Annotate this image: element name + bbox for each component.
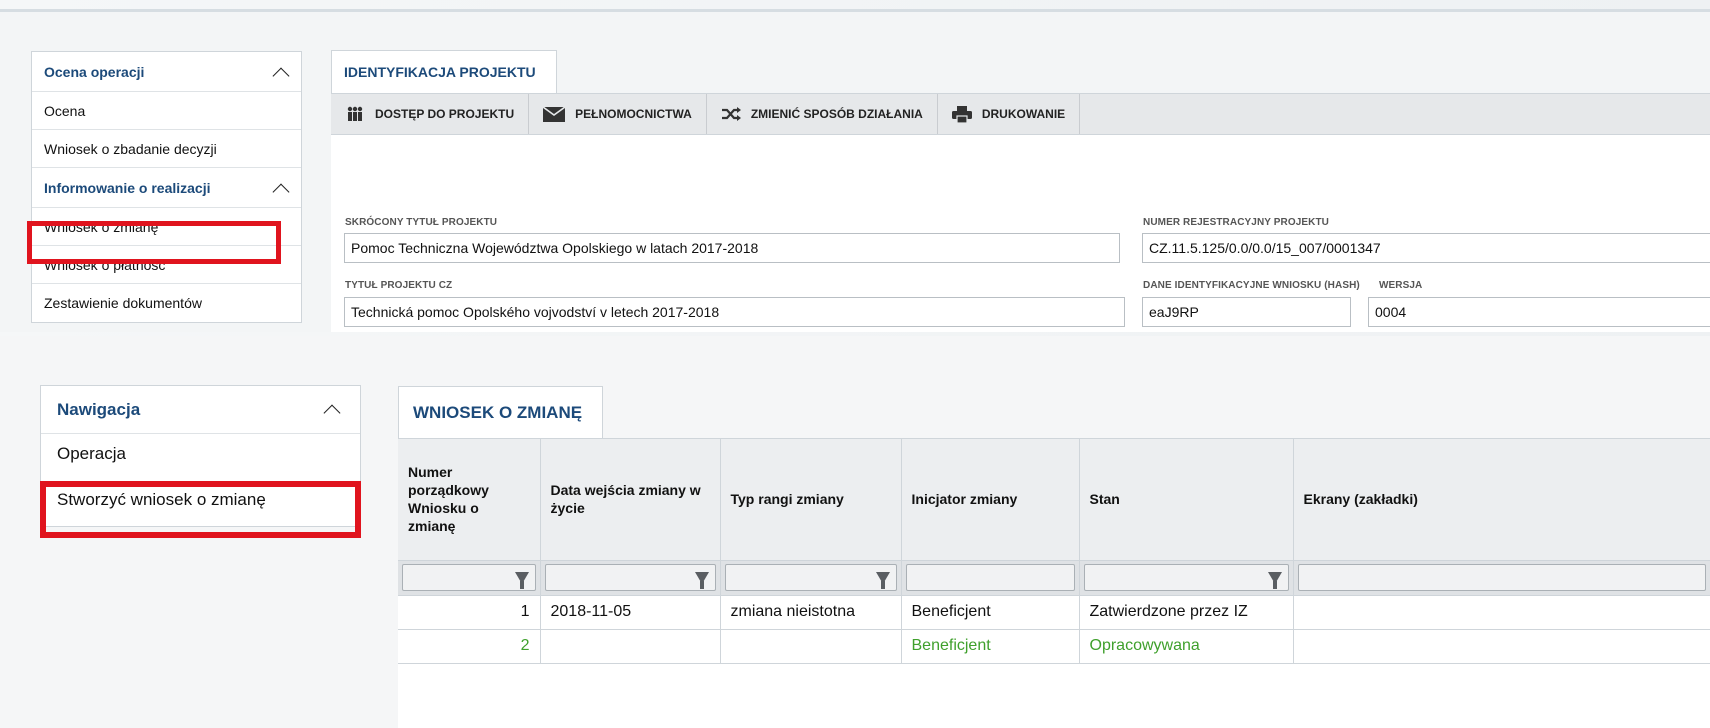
sidebar-item-ocena[interactable]: Ocena — [32, 92, 301, 130]
reg-number-label: NUMER REJESTRACYJNY PROJEKTU — [1143, 217, 1329, 228]
cell-date — [540, 629, 721, 664]
filter-icon[interactable] — [1267, 572, 1282, 589]
cell-number: 2 — [398, 629, 541, 664]
reg-number-field[interactable]: CZ.11.5.125/0.0/0.0/15_007/0001347 — [1142, 233, 1710, 263]
filter-icon[interactable] — [694, 572, 709, 589]
title-cz-label: TYTUŁ PROJEKTU CZ — [345, 280, 453, 291]
change-mode-label: ZMIENIĆ SPOSÓB DZIAŁANIA — [750, 107, 923, 121]
chevron-up-icon[interactable] — [324, 401, 344, 419]
cell-date: 2018-11-05 — [540, 595, 721, 630]
cell-number: 1 — [398, 595, 541, 630]
filter-input[interactable] — [1297, 564, 1706, 591]
filter-icon[interactable] — [514, 572, 529, 589]
filter-row — [398, 560, 1710, 596]
short-title-label: SKRÓCONY TYTUŁ PROJEKTU — [345, 217, 498, 228]
chevron-up-icon[interactable] — [273, 64, 289, 80]
navigation-header[interactable]: Nawigacja — [41, 386, 360, 434]
column-header-number[interactable]: Numer porządkowy Wniosku o zmianę — [398, 439, 541, 561]
sidebar-section-ocena-header[interactable]: Ocena operacji — [32, 52, 301, 92]
tab-identyfikacja-projektu[interactable]: IDENTYFIKACJA PROJEKTU — [331, 50, 557, 93]
version-label: WERSJA — [1378, 280, 1423, 291]
cell-type — [720, 629, 902, 664]
table-header-row: Numer porządkowy Wniosku o zmianę Data w… — [398, 439, 1710, 561]
access-button[interactable]: DOSTĘP DO PROJEKTU — [331, 94, 530, 134]
column-header-date[interactable]: Data wejścia zmiany w życie — [540, 439, 721, 561]
people-icon — [345, 106, 365, 122]
title-cz-field[interactable]: Technická pomoc Opolského vojvodství v l… — [344, 297, 1125, 327]
powers-label: PEŁNOMOCNICTWA — [575, 107, 692, 121]
powers-button[interactable]: PEŁNOMOCNICTWA — [529, 94, 707, 134]
cell-initiator: Beneficjent — [901, 629, 1080, 664]
column-header-type[interactable]: Typ rangi zmiany — [720, 439, 902, 561]
filter-input[interactable] — [1083, 564, 1289, 591]
printer-icon — [951, 105, 972, 123]
change-mode-button[interactable]: ZMIENIĆ SPOSÓB DZIAŁANIA — [707, 94, 938, 134]
chevron-up-icon[interactable] — [273, 180, 289, 196]
sidebar-item-operacja[interactable]: Operacja — [41, 434, 360, 474]
envelope-icon — [543, 106, 566, 122]
table-row[interactable]: 1 2018-11-05 zmiana nieistotna Beneficje… — [398, 595, 1710, 630]
cell-status: Opracowywana — [1079, 629, 1294, 664]
cell-status: Zatwierdzone przez IZ — [1079, 595, 1294, 630]
navigation-title: Nawigacja — [57, 399, 141, 419]
print-button[interactable]: DRUKOWANIE — [938, 94, 1081, 134]
sidebar-item-zestawienie-dokumentow[interactable]: Zestawienie dokumentów — [32, 284, 301, 322]
ident-label: DANE IDENTYFIKACYJNE WNIOSKU (HASH) — [1143, 280, 1360, 291]
filter-input[interactable] — [724, 564, 897, 591]
column-header-screens[interactable]: Ekrany (zakładki) — [1293, 439, 1710, 561]
table-row[interactable]: 2 Beneficjent Opracowywana — [398, 629, 1710, 664]
filter-input[interactable] — [402, 564, 536, 591]
filter-input[interactable] — [905, 564, 1075, 591]
highlight-box — [40, 481, 361, 538]
print-label: DRUKOWANIE — [981, 107, 1066, 121]
tab-wniosek-o-zmiane[interactable]: WNIOSEK O ZMIANĘ — [398, 386, 603, 438]
sidebar-item-wniosek-o-zbadanie[interactable]: Wniosek o zbadanie decyzji — [32, 130, 301, 168]
filter-input[interactable] — [544, 564, 716, 591]
sidebar-section-title: Informowanie o realizacji — [44, 179, 211, 196]
version-field[interactable]: 0004 — [1368, 297, 1710, 327]
sidebar-top: Ocena operacji Ocena Wniosek o zbadanie … — [31, 51, 302, 323]
toolbar: DOSTĘP DO PROJEKTU PEŁNOMOCNICTWA ZMIENI… — [331, 93, 1710, 135]
shuffle-icon — [721, 107, 741, 121]
highlight-box — [27, 221, 281, 264]
cell-screens — [1293, 595, 1710, 630]
change-requests-table: Numer porządkowy Wniosku o zmianę Data w… — [398, 439, 1710, 664]
filter-icon[interactable] — [875, 572, 890, 589]
sidebar-section-informowanie-header[interactable]: Informowanie o realizacji — [32, 168, 301, 208]
sidebar-section-title: Ocena operacji — [44, 63, 145, 80]
column-header-status[interactable]: Stan — [1079, 439, 1294, 561]
cell-screens — [1293, 629, 1710, 664]
short-title-field[interactable]: Pomoc Techniczna Województwa Opolskiego … — [344, 233, 1120, 263]
cell-initiator: Beneficjent — [901, 595, 1080, 630]
change-requests-grid: Numer porządkowy Wniosku o zmianę Data w… — [398, 438, 1710, 728]
ident-field[interactable]: eaJ9RP — [1142, 297, 1351, 327]
access-label: DOSTĘP DO PROJEKTU — [375, 107, 515, 121]
column-header-initiator[interactable]: Inicjator zmiany — [901, 439, 1080, 561]
cell-type: zmiana nieistotna — [720, 595, 902, 630]
